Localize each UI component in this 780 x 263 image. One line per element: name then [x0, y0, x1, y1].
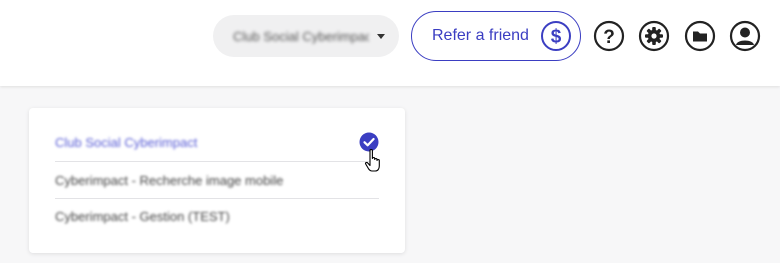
folder-icon[interactable] — [684, 20, 716, 52]
account-option[interactable]: Cyberimpact - Gestion (TEST) — [55, 199, 379, 233]
account-option[interactable]: Cyberimpact - Recherche image mobile — [55, 163, 379, 197]
account-option-label: Club Social Cyberimpact — [55, 134, 198, 150]
account-option-label: Cyberimpact - Recherche image mobile — [55, 172, 284, 188]
account-dropdown-menu: Club Social Cyberimpact Cyberimpact - Re… — [29, 108, 405, 253]
account-select-value: Club Social Cyberimpact — [233, 28, 369, 44]
account-option-label: Cyberimpact - Gestion (TEST) — [55, 208, 230, 224]
gear-icon[interactable] — [638, 20, 670, 52]
refer-a-friend-button[interactable]: Refer a friend $ — [411, 11, 581, 61]
account-select[interactable]: Club Social Cyberimpact — [213, 15, 399, 57]
refer-a-friend-label: Refer a friend — [432, 27, 529, 44]
chevron-down-icon — [377, 33, 385, 39]
dollar-circle-icon: $ — [541, 21, 571, 51]
svg-text:?: ? — [603, 27, 615, 48]
help-icon[interactable]: ? — [593, 20, 625, 52]
user-icon[interactable] — [729, 20, 761, 52]
divider — [55, 161, 379, 162]
svg-text:$: $ — [551, 27, 562, 48]
account-option-selected[interactable]: Club Social Cyberimpact — [55, 125, 379, 159]
top-bar: Club Social Cyberimpact Refer a friend $… — [0, 0, 780, 86]
check-circle-icon — [359, 132, 379, 152]
